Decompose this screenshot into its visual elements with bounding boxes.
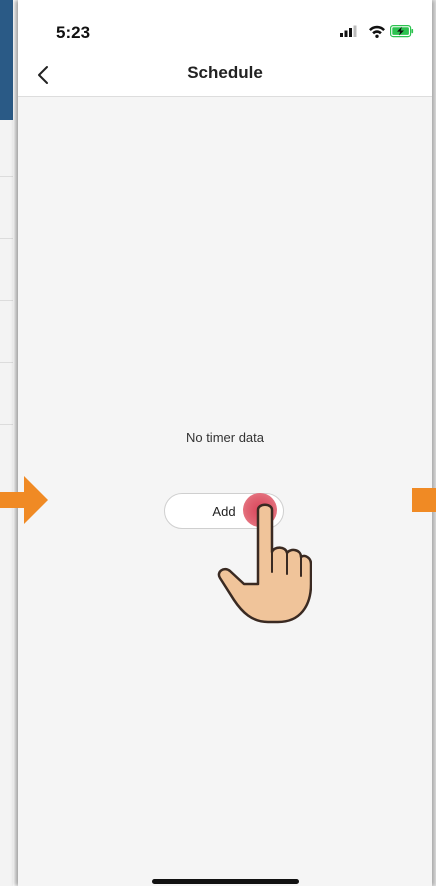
arrow-indicator-icon	[412, 488, 436, 512]
status-bar: 5:23	[18, 0, 432, 54]
divider	[0, 176, 13, 177]
navigation-bar: Schedule	[18, 54, 432, 97]
wifi-icon	[369, 25, 385, 38]
divider	[0, 300, 13, 301]
divider	[0, 424, 13, 425]
divider	[0, 238, 13, 239]
status-icons-svg	[340, 25, 414, 38]
status-time: 5:23	[56, 23, 91, 42]
signal-icon	[340, 25, 357, 37]
arrow-right-icon	[0, 476, 48, 524]
previous-screen-header	[0, 0, 13, 120]
empty-state-message: No timer data	[185, 430, 265, 445]
phone-screen: 5:23 Schedule No timer data Add	[18, 0, 432, 886]
status-icons	[340, 24, 414, 38]
next-screen-edge	[432, 0, 436, 886]
page-title: Schedule	[187, 63, 263, 82]
battery-charging-icon	[390, 25, 414, 38]
home-indicator[interactable]	[152, 879, 299, 884]
pointing-hand-icon	[217, 503, 312, 624]
divider	[0, 362, 13, 363]
previous-screen-edge	[0, 0, 13, 886]
